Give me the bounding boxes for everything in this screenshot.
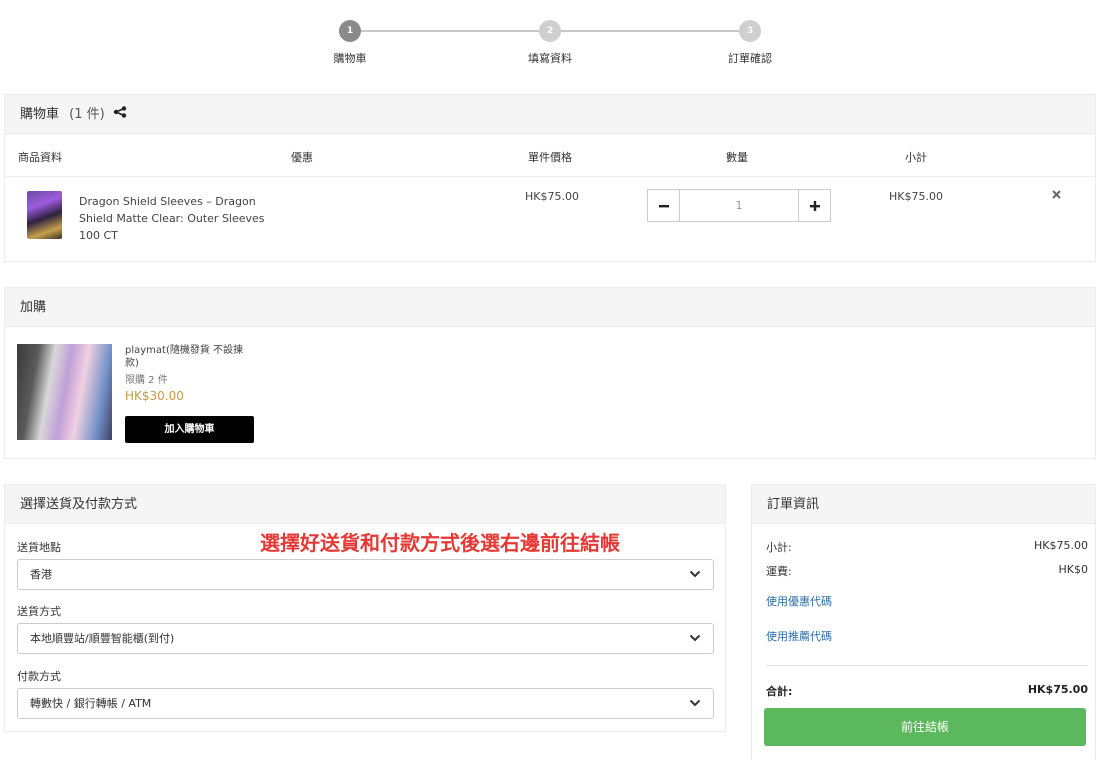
subtotal-value: HK$75.00 <box>1034 539 1088 552</box>
chevron-down-icon <box>689 699 701 707</box>
step-cart: 1 購物車 <box>300 20 400 66</box>
share-icon[interactable] <box>113 95 127 134</box>
step-number: 2 <box>539 20 561 42</box>
col-discount: 優惠 <box>291 151 313 164</box>
delivery-location-label: 送貨地點 <box>17 541 61 554</box>
product-thumbnail[interactable] <box>27 191 62 239</box>
total-label: 合計: <box>766 685 793 698</box>
addon-panel: 加購 playmat(隨機發貨 不設揀款) 限購 2 件 HK$30.00 加入… <box>4 287 1096 459</box>
delivery-method-select[interactable]: 本地順豐站/順豐智能櫃(到付) <box>17 623 714 654</box>
minus-icon <box>658 204 669 207</box>
step-confirm: 3 訂單確認 <box>700 20 800 66</box>
add-to-cart-button[interactable]: 加入購物車 <box>125 416 254 443</box>
delivery-method-label: 送貨方式 <box>17 605 61 618</box>
quantity-decrease-button[interactable] <box>648 190 680 221</box>
cart-item-row: Dragon Shield Sleeves – Dragon Shield Ma… <box>5 177 1095 260</box>
payment-method-label: 付款方式 <box>17 670 61 683</box>
quantity-increase-button[interactable] <box>798 190 830 221</box>
delivery-panel-header: 選擇送貨及付款方式 <box>5 485 725 524</box>
col-subtotal: 小計 <box>905 151 927 164</box>
plus-icon <box>809 200 820 211</box>
step-label: 訂單確認 <box>728 52 772 65</box>
delivery-location-value: 香港 <box>30 568 52 581</box>
total-value: HK$75.00 <box>1027 683 1088 696</box>
checkout-instruction-notice: 選擇好送貨和付款方式後選右邊前往結帳 <box>260 531 620 555</box>
summary-total-row: 合計: HK$75.00 <box>766 683 1088 699</box>
chevron-down-icon <box>689 634 701 642</box>
col-unit-price: 單件價格 <box>528 151 572 164</box>
item-subtotal: HK$75.00 <box>889 190 943 203</box>
payment-method-select[interactable]: 轉數快 / 銀行轉帳 / ATM <box>17 688 714 719</box>
cart-table-header: 商品資料 優惠 單件價格 數量 小計 <box>5 134 1095 177</box>
step-label: 購物車 <box>333 52 367 65</box>
shipping-label: 運費: <box>766 565 792 578</box>
remove-item-button[interactable] <box>1052 187 1061 203</box>
summary-divider <box>766 665 1088 666</box>
delivery-method-value: 本地順豐站/順豐智能櫃(到付) <box>30 632 175 645</box>
addon-purchase-limit: 限購 2 件 <box>125 375 168 386</box>
proceed-to-checkout-button[interactable]: 前往結帳 <box>764 708 1086 746</box>
step-label: 填寫資料 <box>528 52 572 65</box>
summary-shipping-row: 運費: HK$0 <box>766 563 1088 579</box>
addon-product-image[interactable] <box>17 344 112 440</box>
quantity-input[interactable]: 1 <box>680 190 798 221</box>
use-referral-code-link[interactable]: 使用推薦代碼 <box>766 628 832 644</box>
subtotal-label: 小計: <box>766 541 792 554</box>
addon-price: HK$30.00 <box>125 389 184 403</box>
cart-panel: 購物車 (1 件) 商品資料 優惠 單件價格 數量 小計 Dragon Shie… <box>4 94 1096 262</box>
product-name[interactable]: Dragon Shield Sleeves – Dragon Shield Ma… <box>79 193 279 244</box>
chevron-down-icon <box>689 570 701 578</box>
unit-price: HK$75.00 <box>525 190 579 203</box>
col-product: 商品資料 <box>18 151 62 164</box>
shipping-value: HK$0 <box>1058 563 1088 576</box>
use-coupon-code-link[interactable]: 使用優惠代碼 <box>766 593 832 609</box>
addon-product-name[interactable]: playmat(隨機發貨 不設揀款) <box>125 344 255 370</box>
close-icon <box>1052 190 1061 199</box>
step-fill-info: 2 填寫資料 <box>500 20 600 66</box>
step-number: 1 <box>339 20 361 42</box>
addon-product-info: playmat(隨機發貨 不設揀款) 限購 2 件 HK$30.00 <box>125 344 255 403</box>
step-number: 3 <box>739 20 761 42</box>
delivery-payment-panel: 選擇送貨及付款方式 送貨地點 香港 送貨方式 本地順豐站/順豐智能櫃(到付) 付… <box>4 484 726 732</box>
addon-panel-header: 加購 <box>5 288 1095 327</box>
payment-method-value: 轉數快 / 銀行轉帳 / ATM <box>30 697 152 710</box>
order-summary-header: 訂單資訊 <box>752 485 1095 524</box>
delivery-location-select[interactable]: 香港 <box>17 559 714 590</box>
checkout-stepper: 1 購物車 2 填寫資料 3 訂單確認 <box>0 20 1096 70</box>
summary-subtotal-row: 小計: HK$75.00 <box>766 539 1088 555</box>
cart-title: 購物車 <box>20 107 60 122</box>
cart-count: (1 件) <box>69 107 105 122</box>
quantity-stepper: 1 <box>647 189 831 222</box>
col-quantity: 數量 <box>726 151 748 164</box>
cart-panel-header: 購物車 (1 件) <box>5 95 1095 134</box>
